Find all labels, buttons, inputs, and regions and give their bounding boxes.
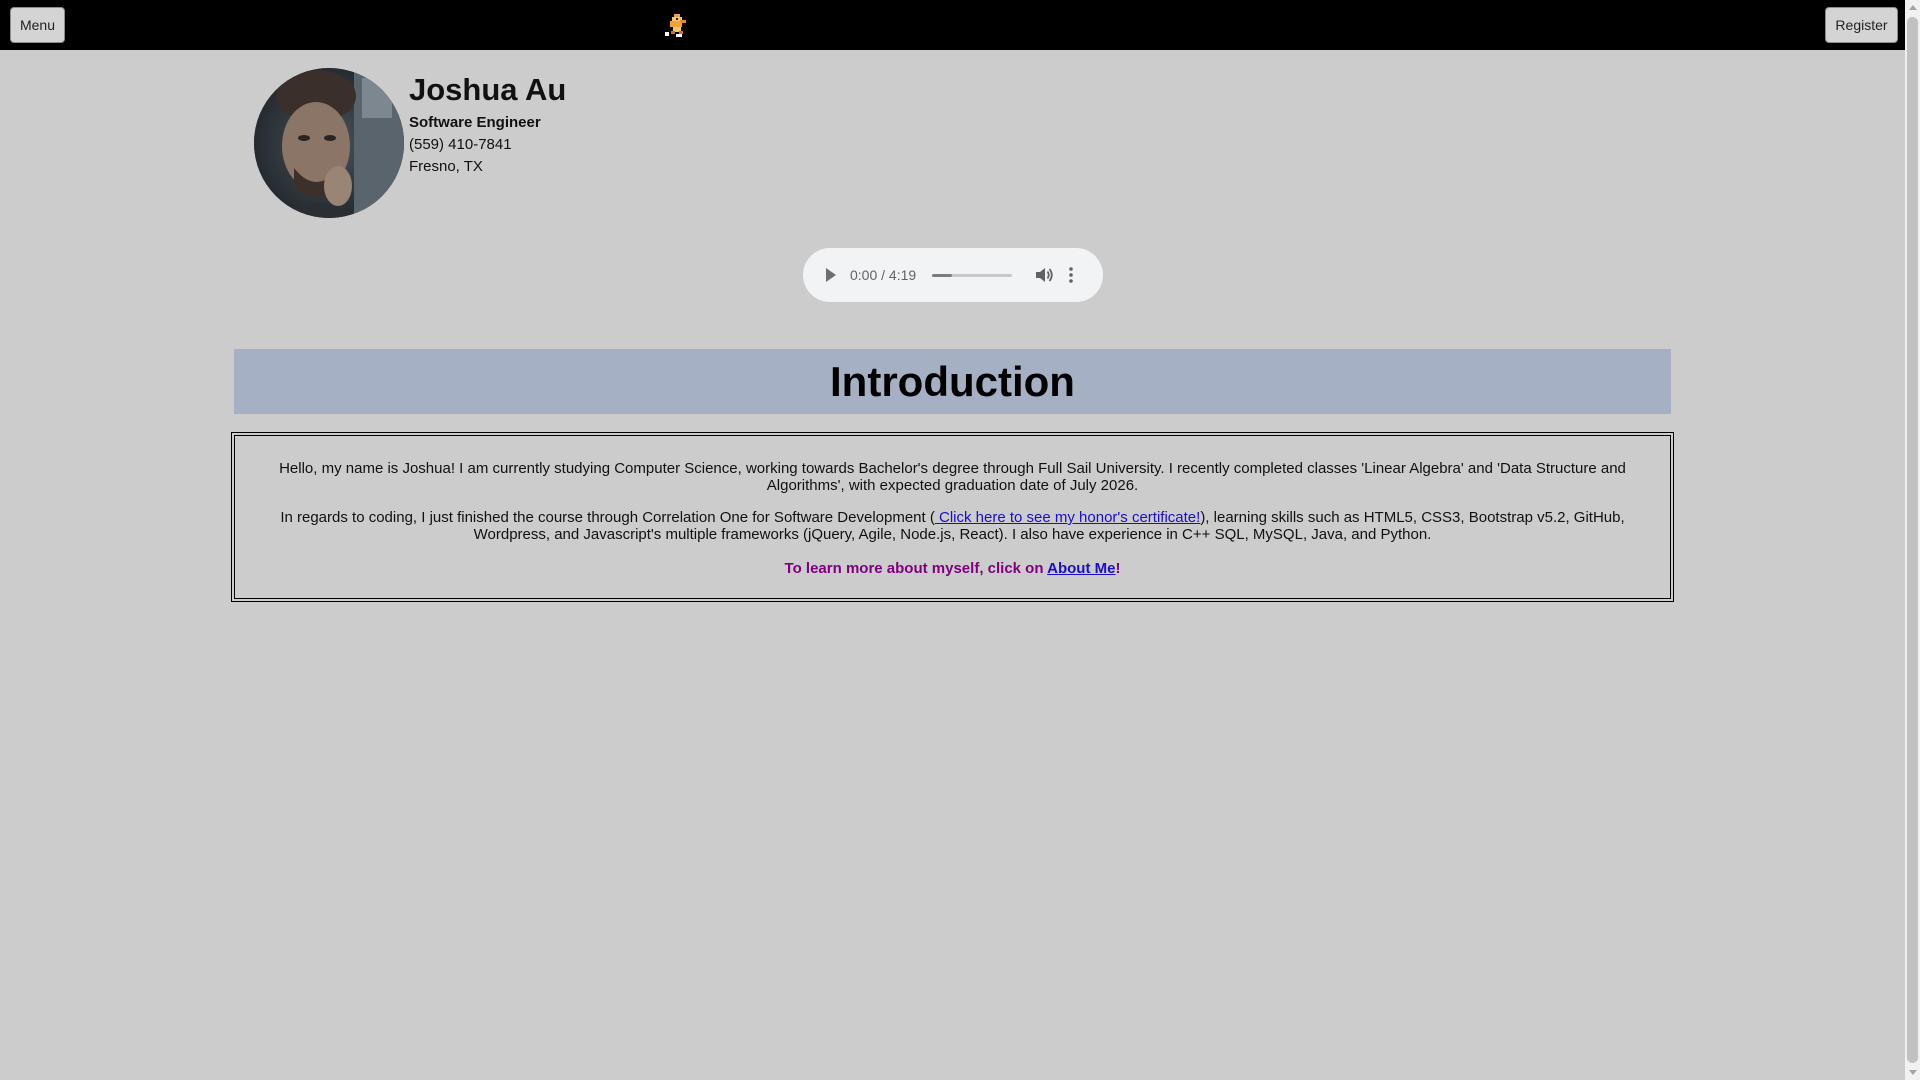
vertical-scrollbar[interactable]	[1905, 0, 1920, 1080]
audio-time: 0:00 / 4:19	[850, 267, 917, 283]
top-navbar: Menu Register	[0, 0, 1905, 50]
avatar	[254, 68, 404, 218]
page: Menu Register Joshua Au Software Enginee…	[0, 0, 1905, 1080]
pixel-sprite-logo-icon[interactable]	[662, 11, 692, 41]
profile-name: Joshua Au	[409, 72, 567, 107]
learn-more-text: To learn more about myself, click on Abo…	[275, 560, 1630, 577]
profile-phone: (559) 410-7841	[409, 136, 512, 153]
profile-photo	[254, 68, 404, 218]
audio-player[interactable]: 0:00 / 4:19	[803, 248, 1103, 302]
scrollbar-thumb[interactable]	[1907, 17, 1918, 1063]
intro-paragraph-2: In regards to coding, I just finished th…	[275, 509, 1630, 543]
profile-location: Fresno, TX	[409, 158, 483, 175]
audio-progress-slider[interactable]	[932, 273, 1012, 277]
scroll-down-arrow-icon[interactable]	[1909, 1070, 1917, 1075]
profile-info: Joshua Au Software Engineer (559) 410-78…	[409, 72, 566, 178]
about-me-link[interactable]: About Me	[1047, 560, 1115, 577]
scroll-up-arrow-icon[interactable]	[1909, 5, 1917, 10]
intro-paragraph-2-start: In regards to coding, I just finished th…	[280, 509, 935, 526]
play-icon[interactable]	[826, 268, 836, 282]
introduction-content: Hello, my name is Joshua! I am currently…	[231, 432, 1674, 602]
profile-title: Software Engineer	[409, 114, 541, 131]
register-button[interactable]: Register	[1825, 7, 1898, 43]
introduction-heading: Introduction	[234, 349, 1671, 414]
learn-more-suffix: !	[1115, 560, 1121, 577]
more-options-icon[interactable]	[1068, 266, 1074, 284]
menu-button[interactable]: Menu	[10, 7, 65, 43]
volume-icon[interactable]	[1034, 266, 1054, 284]
learn-more-prefix: To learn more about myself, click on	[784, 560, 1048, 577]
intro-paragraph-1: Hello, my name is Joshua! I am currently…	[279, 460, 1626, 494]
certificate-link[interactable]: Click here to see my honor's certificate…	[935, 509, 1200, 526]
audio-progress-fill	[932, 273, 952, 277]
